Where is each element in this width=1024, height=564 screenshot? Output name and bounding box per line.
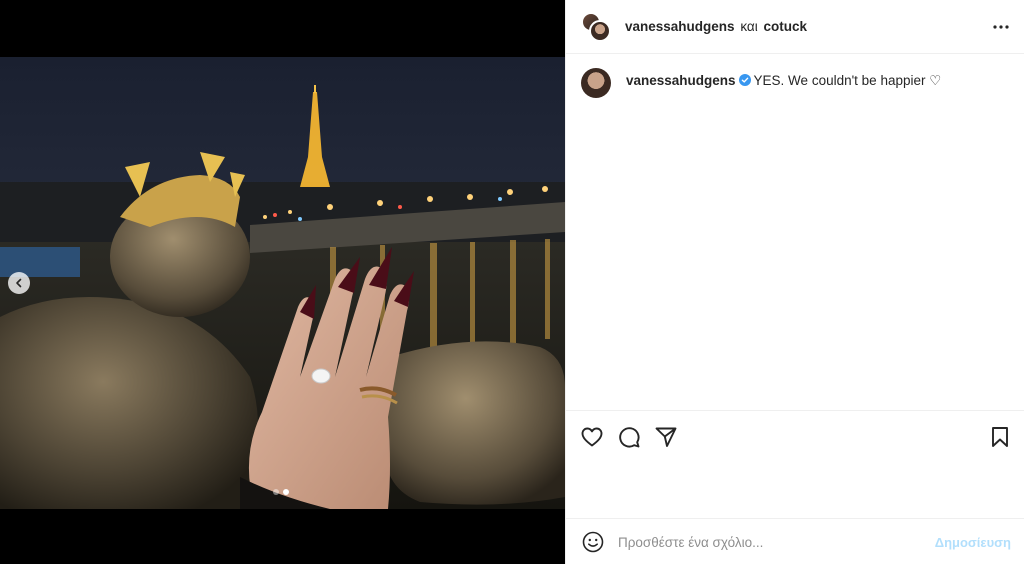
collab-avatars[interactable] bbox=[581, 12, 613, 44]
save-button[interactable] bbox=[988, 425, 1012, 449]
post-caption: vanessahudgens YES. We couldn't be happie… bbox=[581, 68, 1011, 98]
caption-username[interactable]: vanessahudgens bbox=[626, 73, 736, 88]
post-header: vanessahudgens και cotuck bbox=[566, 0, 1024, 54]
carousel-indicator bbox=[273, 489, 289, 495]
post-comment-button[interactable]: Δημοσίευση bbox=[935, 535, 1011, 550]
verified-badge-icon bbox=[738, 74, 751, 86]
post-photo[interactable] bbox=[0, 57, 565, 509]
post-actions bbox=[566, 410, 1024, 518]
post-media bbox=[0, 0, 565, 564]
emoji-button[interactable] bbox=[581, 530, 605, 554]
caption-body: YES. We couldn't be happier ♡ bbox=[753, 73, 942, 88]
carousel-dot bbox=[273, 489, 279, 495]
comment-button[interactable] bbox=[617, 425, 641, 449]
avatar[interactable] bbox=[581, 68, 611, 98]
smiley-icon bbox=[582, 531, 604, 553]
owner-primary-link[interactable]: vanessahudgens bbox=[625, 19, 735, 34]
bookmark-icon bbox=[992, 427, 1008, 447]
owner-conjunction: και bbox=[740, 19, 758, 34]
more-horizontal-icon bbox=[993, 25, 1009, 29]
comment-input[interactable] bbox=[618, 531, 918, 553]
chevron-left-icon bbox=[16, 278, 22, 288]
owner-secondary-link[interactable]: cotuck bbox=[763, 19, 807, 34]
comment-bar: Δημοσίευση bbox=[566, 518, 1024, 564]
post-owners: vanessahudgens και cotuck bbox=[625, 19, 807, 34]
more-options-button[interactable] bbox=[991, 17, 1011, 37]
carousel-dot-active bbox=[283, 489, 289, 495]
comment-bubble-icon bbox=[619, 427, 640, 448]
like-button[interactable] bbox=[580, 425, 604, 449]
avatar-primary bbox=[589, 20, 611, 42]
paper-plane-icon bbox=[655, 427, 677, 447]
share-button[interactable] bbox=[654, 425, 678, 449]
post-side-panel: vanessahudgens και cotuck vanessahudgens… bbox=[565, 0, 1024, 564]
caption-text: vanessahudgens YES. We couldn't be happie… bbox=[626, 72, 941, 90]
carousel-prev-button[interactable] bbox=[8, 272, 30, 294]
heart-outline-icon bbox=[581, 427, 603, 447]
